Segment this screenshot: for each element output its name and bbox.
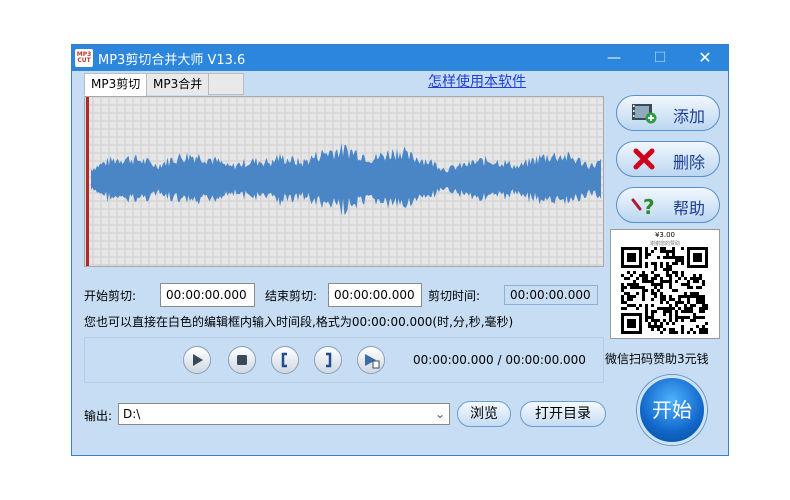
red-x-icon xyxy=(633,148,655,170)
add-button-label: 添加 xyxy=(673,107,706,126)
add-button[interactable]: 添加 xyxy=(616,95,720,131)
title-bar[interactable]: MP3 CUT MP3剪切合并大师 V13.6 — ☐ ✕ xyxy=(72,45,728,71)
film-add-icon xyxy=(632,104,657,124)
svg-text:?: ? xyxy=(643,195,655,216)
app-window: MP3 CUT MP3剪切合并大师 V13.6 — ☐ ✕ MP3剪切 MP3合并… xyxy=(71,44,729,456)
tab-mp3-merge[interactable]: MP3合并 xyxy=(147,74,210,95)
mark-start-icon xyxy=(281,352,287,368)
output-path-value: D:\ xyxy=(123,407,141,421)
playhead-marker xyxy=(86,97,89,266)
browse-button[interactable]: 浏览 xyxy=(457,401,511,427)
qr-pattern xyxy=(621,247,708,334)
player-controls: 00:00:00.000 / 00:00:00.000 xyxy=(84,337,604,383)
window-title: MP3剪切合并大师 V13.6 xyxy=(98,53,246,68)
open-directory-button[interactable]: 打开目录 xyxy=(520,401,606,427)
close-button[interactable]: ✕ xyxy=(682,45,728,71)
play-selection-icon xyxy=(365,354,380,369)
output-label: 输出: xyxy=(84,409,113,423)
output-path-select[interactable]: D:\ ⌄ xyxy=(118,403,450,425)
playback-time: 00:00:00.000 / 00:00:00.000 xyxy=(413,353,586,367)
help-button[interactable]: ? 帮助 xyxy=(616,187,720,223)
mark-start-button[interactable] xyxy=(271,346,299,374)
maximize-button[interactable]: ☐ xyxy=(637,45,683,71)
cut-duration-value: 00:00:00.000 xyxy=(504,285,598,305)
start-button[interactable]: 开始 xyxy=(637,375,707,445)
waveform-panel[interactable] xyxy=(84,96,604,267)
mark-end-button[interactable] xyxy=(314,346,342,374)
app-logo-icon: MP3 CUT xyxy=(75,49,93,67)
qr-subtitle: 谢谢您的赞助 xyxy=(649,241,680,247)
cut-duration-label: 剪切时间: xyxy=(428,289,481,303)
tab-mp3-cut[interactable]: MP3剪切 xyxy=(85,74,148,96)
delete-button-label: 删除 xyxy=(673,153,706,172)
playback-position: 00:00:00.000 xyxy=(413,353,494,367)
delete-button[interactable]: 删除 xyxy=(616,141,720,177)
how-to-use-link[interactable]: 怎样使用本软件 xyxy=(428,71,526,91)
tab-bar: MP3剪切 MP3合并 xyxy=(84,73,244,96)
donation-qr-code: ¥3.00 谢谢您的赞助 xyxy=(610,229,720,339)
play-selection-button[interactable] xyxy=(357,346,385,374)
stop-icon xyxy=(237,355,247,365)
playback-total: 00:00:00.000 xyxy=(505,353,586,367)
minimize-button[interactable]: — xyxy=(591,45,637,71)
start-cut-label: 开始剪切: xyxy=(84,289,137,303)
play-button[interactable] xyxy=(183,346,211,374)
start-cut-input[interactable]: 00:00:00.000 xyxy=(160,283,255,307)
waveform-display[interactable] xyxy=(85,97,604,267)
question-icon: ? xyxy=(631,195,655,216)
qr-price: ¥3.00 xyxy=(654,231,676,239)
time-format-hint: 您也可以直接在白色的编辑框内输入时间段,格式为00:00:00.000(时,分,… xyxy=(84,315,514,329)
playback-separator: / xyxy=(497,353,502,367)
end-cut-input[interactable]: 00:00:00.000 xyxy=(328,283,422,307)
chevron-down-icon[interactable]: ⌄ xyxy=(435,404,445,424)
stop-button[interactable] xyxy=(228,346,256,374)
play-icon xyxy=(193,354,203,366)
end-cut-label: 结束剪切: xyxy=(265,289,318,303)
mark-end-icon xyxy=(326,352,332,368)
help-button-label: 帮助 xyxy=(673,199,706,218)
donation-caption: 微信扫码赞助3元钱 xyxy=(605,352,709,366)
